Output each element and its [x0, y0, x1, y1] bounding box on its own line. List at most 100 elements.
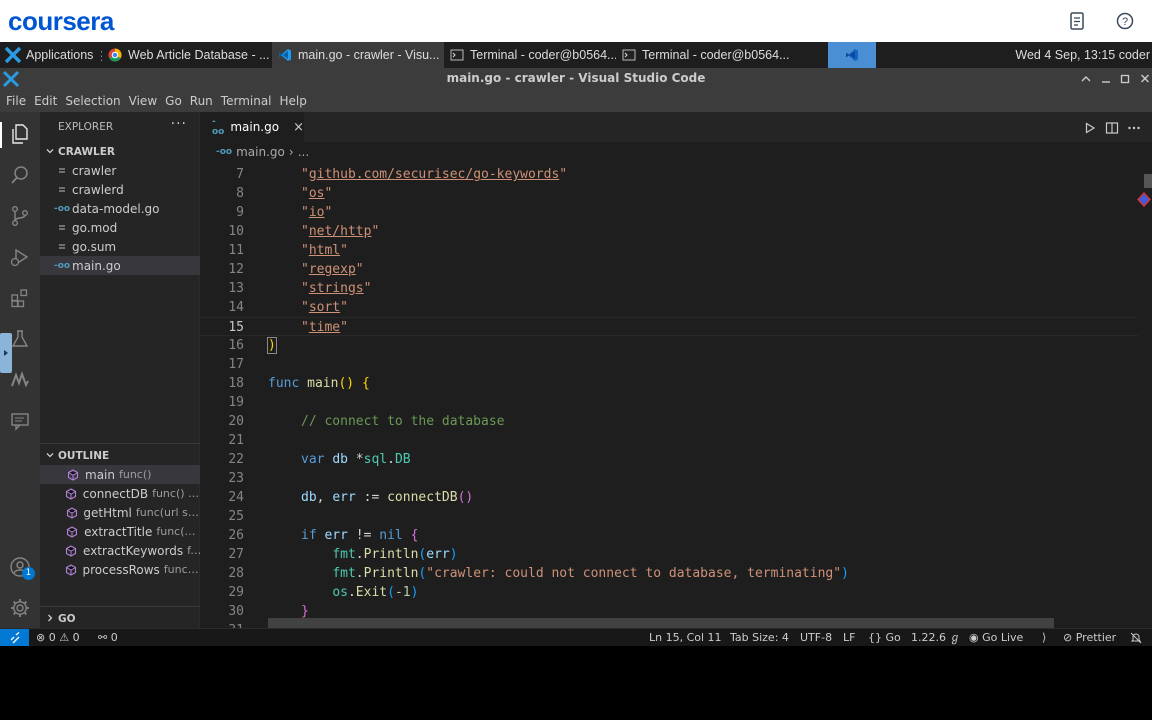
outline-item-processrows[interactable]: processRows func(...: [40, 560, 200, 579]
prettier-status[interactable]: ⊘ Prettier: [1063, 629, 1116, 646]
code-line[interactable]: 11 "html": [200, 241, 1144, 260]
code-line[interactable]: 26 if err != nil {: [200, 526, 1144, 545]
notification-indicator[interactable]: ⟩: [1042, 629, 1046, 646]
outline-item-extractkeywords[interactable]: extractKeywords f...: [40, 541, 200, 560]
more-actions-icon[interactable]: ···: [171, 116, 187, 132]
menu-terminal[interactable]: Terminal: [217, 90, 276, 112]
code-line[interactable]: 10 "net/http": [200, 222, 1144, 241]
split-editor-icon[interactable]: [1104, 120, 1120, 136]
help-icon[interactable]: ?: [1115, 11, 1135, 31]
check-icon: ⟩: [1042, 631, 1047, 644]
menu-help[interactable]: Help: [276, 90, 311, 112]
file-main-go[interactable]: -oo main.go: [40, 256, 200, 275]
maximize-button[interactable]: [1117, 70, 1133, 88]
code-line[interactable]: 24 db, err := connectDB(): [200, 488, 1144, 507]
horizontal-scrollbar[interactable]: [268, 618, 1054, 628]
code-line[interactable]: 9 "io": [200, 203, 1144, 222]
taskbar-item-vscode[interactable]: main.go - crawler - Visu...: [272, 42, 444, 68]
code-line[interactable]: 29 os.Exit(-1): [200, 583, 1144, 602]
code-line[interactable]: 14 "sort": [200, 298, 1144, 317]
code-line[interactable]: 8 "os": [200, 184, 1144, 203]
code-line[interactable]: 22 var db *sql.DB: [200, 450, 1144, 469]
minimize-button[interactable]: [1098, 70, 1114, 88]
gear-icon[interactable]: [8, 596, 32, 620]
cursor-position[interactable]: Ln 15, Col 11: [649, 629, 722, 646]
code-token: ": [301, 224, 309, 239]
code-line[interactable]: 18 func main() {: [200, 374, 1144, 393]
outline-item-main[interactable]: main func(): [40, 465, 200, 484]
breadcrumb-file[interactable]: main.go: [236, 145, 285, 159]
menu-view[interactable]: View: [125, 90, 161, 112]
menu-go[interactable]: Go: [161, 90, 186, 112]
taskbar-item-terminal-1[interactable]: Terminal - coder@b0564...: [444, 42, 616, 68]
drag-handle[interactable]: [0, 333, 12, 373]
search-icon[interactable]: [8, 163, 32, 187]
outline-header[interactable]: OUTLINE: [40, 446, 200, 466]
folder-crawler-header[interactable]: CRAWLER: [40, 142, 200, 162]
go-live-button[interactable]: ◉ Go Live: [969, 629, 1023, 646]
close-window-button[interactable]: [1137, 70, 1152, 88]
encoding[interactable]: UTF-8: [800, 629, 832, 646]
code-line[interactable]: 20 // connect to the database: [200, 412, 1144, 431]
run-file-icon[interactable]: [1082, 120, 1098, 136]
run-debug-icon[interactable]: [8, 245, 32, 269]
code-line[interactable]: 28 fmt.Println("crawler: could not conne…: [200, 564, 1144, 583]
notes-icon[interactable]: [1067, 11, 1087, 31]
applications-menu[interactable]: Applications ⋮: [0, 42, 102, 68]
go-version[interactable]: 1.22.6 ℊ: [911, 629, 961, 646]
chevron-up-icon[interactable]: [1078, 70, 1094, 88]
menu-run[interactable]: Run: [186, 90, 217, 112]
coursera-logo[interactable]: coursera: [8, 6, 114, 37]
code-line[interactable]: 25: [200, 507, 1144, 526]
menu-file[interactable]: File: [2, 90, 30, 112]
clock[interactable]: Wed 4 Sep, 13:15 coder: [1015, 42, 1152, 68]
code-editor[interactable]: 7 "github.com/securisec/go-keywords" 8 "os"…: [200, 162, 1152, 628]
taskbar-vscode-pinned[interactable]: [828, 42, 876, 68]
accounts-icon[interactable]: 1: [8, 555, 35, 580]
comments-icon[interactable]: [8, 409, 32, 433]
file-crawler[interactable]: crawler: [40, 161, 200, 180]
go-section-header[interactable]: GO: [40, 609, 200, 629]
problems-status[interactable]: ⊗ 0 ⚠ 0: [36, 629, 80, 646]
vertical-scrollbar[interactable]: [1138, 162, 1152, 618]
code-line[interactable]: 7 "github.com/securisec/go-keywords": [200, 165, 1144, 184]
code-line[interactable]: 27 fmt.Println(err): [200, 545, 1144, 564]
code-line[interactable]: 12 "regexp": [200, 260, 1144, 279]
code-line[interactable]: 21: [200, 431, 1144, 450]
breadcrumb-symbol[interactable]: ...: [298, 145, 309, 159]
language-label: Go: [885, 631, 901, 644]
end-of-line[interactable]: LF: [843, 629, 855, 646]
code-line[interactable]: 15 "time": [200, 317, 1144, 336]
tab-main-go[interactable]: -oo main.go ×: [200, 112, 304, 142]
source-control-icon[interactable]: [8, 204, 32, 228]
taskbar-item-terminal-2[interactable]: Terminal - coder@b0564...: [616, 42, 794, 68]
menu-selection[interactable]: Selection: [61, 90, 124, 112]
code-token: ": [340, 300, 348, 315]
language-mode[interactable]: {} Go: [868, 629, 901, 646]
tab-size[interactable]: Tab Size: 4: [730, 629, 789, 646]
bell-icon[interactable]: [1130, 629, 1142, 646]
outline-item-extracttitle[interactable]: extractTitle func(c...: [40, 522, 200, 541]
go-file-icon: -oo: [53, 260, 71, 271]
code-line[interactable]: 13 "strings": [200, 279, 1144, 298]
more-actions-icon[interactable]: [1126, 120, 1142, 136]
outline-item-gethtml[interactable]: getHtml func(url st...: [40, 503, 200, 522]
code-line[interactable]: 17: [200, 355, 1144, 374]
outline-item-connectdb[interactable]: connectDB func() (...: [40, 484, 200, 503]
file-crawlerd[interactable]: crawlerd: [40, 180, 200, 199]
file-go-sum[interactable]: go.sum: [40, 237, 200, 256]
scrollbar-thumb[interactable]: [1144, 174, 1152, 188]
explorer-icon[interactable]: [8, 122, 32, 146]
ports-status[interactable]: ⚯ 0: [98, 629, 118, 646]
file-data-model-go[interactable]: -oo data-model.go: [40, 199, 200, 218]
code-line[interactable]: 16): [200, 336, 1144, 355]
file-go-mod[interactable]: go.mod: [40, 218, 200, 237]
breadcrumb: -oo main.go › ...: [200, 142, 1152, 162]
close-icon[interactable]: ×: [293, 120, 304, 135]
taskbar-item-browser[interactable]: Web Article Database - ...: [102, 42, 272, 68]
code-line[interactable]: 23: [200, 469, 1144, 488]
remote-indicator[interactable]: [0, 629, 29, 646]
extensions-icon[interactable]: [8, 286, 32, 310]
code-line[interactable]: 19: [200, 393, 1144, 412]
menu-edit[interactable]: Edit: [30, 90, 61, 112]
